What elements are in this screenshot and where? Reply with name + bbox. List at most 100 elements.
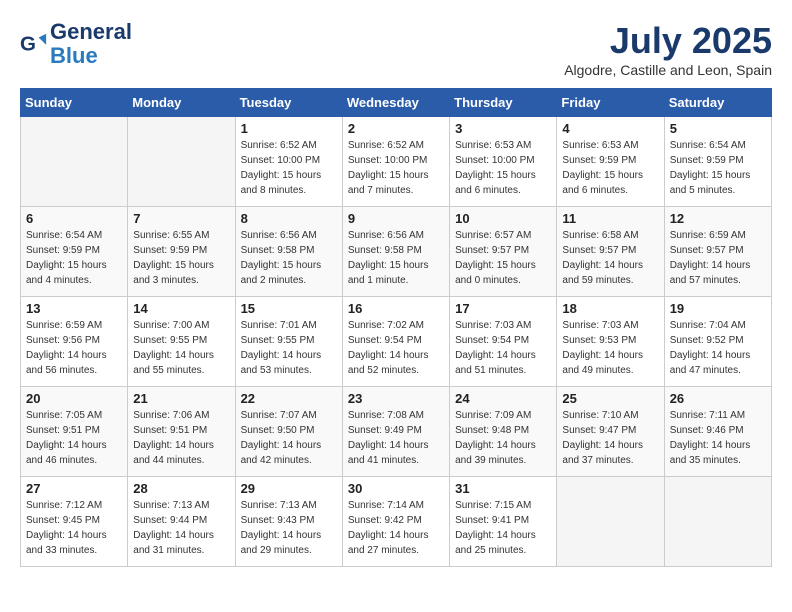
day-info: Sunrise: 6:52 AMSunset: 10:00 PMDaylight… (241, 138, 337, 198)
calendar-day-cell: 9 Sunrise: 6:56 AMSunset: 9:58 PMDaylight… (342, 207, 449, 297)
calendar-day-cell: 27Sunrise: 7:12 AMSunset: 9:45 PMDayligh… (21, 477, 128, 567)
day-info: Sunrise: 6:59 AMSunset: 9:56 PMDaylight:… (26, 318, 122, 378)
day-info: Sunrise: 7:03 AMSunset: 9:54 PMDaylight:… (455, 318, 551, 378)
day-number: 24 (455, 391, 551, 406)
svg-text:G: G (20, 33, 36, 56)
day-info: Sunrise: 6:57 AMSunset: 9:57 PMDaylight:… (455, 228, 551, 288)
calendar-day-cell: 30 Sunrise: 7:14 AMSunset: 9:42 PMDayligh… (342, 477, 449, 567)
calendar-day-cell: 17 Sunrise: 7:03 AMSunset: 9:54 PMDayligh… (450, 297, 557, 387)
day-info: Sunrise: 6:59 AMSunset: 9:57 PMDaylight:… (670, 228, 766, 288)
day-number: 25 (562, 391, 658, 406)
day-number: 14 (133, 301, 229, 316)
day-info: Sunrise: 7:04 AMSunset: 9:52 PMDaylight:… (670, 318, 766, 378)
day-info: Sunrise: 7:03 AMSunset: 9:53 PMDaylight:… (562, 318, 658, 378)
month-title: July 2025 (564, 20, 772, 62)
day-number: 28 (133, 481, 229, 496)
day-info: Sunrise: 7:12 AMSunset: 9:45 PMDaylight:… (26, 498, 122, 558)
day-info: Sunrise: 6:56 AMSunset: 9:58 PMDaylight:… (348, 228, 444, 288)
day-number: 20 (26, 391, 122, 406)
day-info: Sunrise: 6:55 AMSunset: 9:59 PMDaylight:… (133, 228, 229, 288)
calendar-day-cell: 31Sunrise: 7:15 AMSunset: 9:41 PMDayligh… (450, 477, 557, 567)
day-info: Sunrise: 7:11 AMSunset: 9:46 PMDaylight:… (670, 408, 766, 468)
calendar-day-cell: 11Sunrise: 6:58 AMSunset: 9:57 PMDayligh… (557, 207, 664, 297)
day-number: 16 (348, 301, 444, 316)
calendar-week-row: 1 Sunrise: 6:52 AMSunset: 10:00 PMDayligh… (21, 117, 772, 207)
weekday-header: Saturday (664, 89, 771, 117)
calendar-day-cell: 28 Sunrise: 7:13 AMSunset: 9:44 PMDayligh… (128, 477, 235, 567)
day-number: 2 (348, 121, 444, 136)
weekday-header: Monday (128, 89, 235, 117)
day-number: 13 (26, 301, 122, 316)
calendar-day-cell: 23 Sunrise: 7:08 AMSunset: 9:49 PMDayligh… (342, 387, 449, 477)
day-number: 5 (670, 121, 766, 136)
calendar-day-cell: 2 Sunrise: 6:52 AMSunset: 10:00 PMDayligh… (342, 117, 449, 207)
calendar-day-cell: 3 Sunrise: 6:53 AMSunset: 10:00 PMDayligh… (450, 117, 557, 207)
day-info: Sunrise: 6:53 AMSunset: 9:59 PMDaylight:… (562, 138, 658, 198)
page-header: G GeneralBlue July 2025 Algodre, Castill… (20, 20, 772, 78)
day-number: 19 (670, 301, 766, 316)
calendar-day-cell: 25 Sunrise: 7:10 AMSunset: 9:47 PMDayligh… (557, 387, 664, 477)
calendar-day-cell: 13 Sunrise: 6:59 AMSunset: 9:56 PMDayligh… (21, 297, 128, 387)
day-info: Sunrise: 6:54 AMSunset: 9:59 PMDaylight:… (670, 138, 766, 198)
day-number: 9 (348, 211, 444, 226)
day-number: 30 (348, 481, 444, 496)
calendar-week-row: 13 Sunrise: 6:59 AMSunset: 9:56 PMDayligh… (21, 297, 772, 387)
logo-icon: G (20, 30, 48, 58)
calendar-day-cell: 4Sunrise: 6:53 AMSunset: 9:59 PMDaylight… (557, 117, 664, 207)
day-number: 22 (241, 391, 337, 406)
day-number: 12 (670, 211, 766, 226)
calendar-day-cell: 15Sunrise: 7:01 AMSunset: 9:55 PMDayligh… (235, 297, 342, 387)
logo: G GeneralBlue (20, 20, 132, 68)
calendar-table: SundayMondayTuesdayWednesdayThursdayFrid… (20, 88, 772, 567)
calendar-day-cell (664, 477, 771, 567)
day-info: Sunrise: 7:09 AMSunset: 9:48 PMDaylight:… (455, 408, 551, 468)
weekday-header: Wednesday (342, 89, 449, 117)
calendar-day-cell: 8Sunrise: 6:56 AMSunset: 9:58 PMDaylight… (235, 207, 342, 297)
calendar-week-row: 20Sunrise: 7:05 AMSunset: 9:51 PMDayligh… (21, 387, 772, 477)
day-info: Sunrise: 6:54 AMSunset: 9:59 PMDaylight:… (26, 228, 122, 288)
weekday-header: Sunday (21, 89, 128, 117)
calendar-day-cell: 14Sunrise: 7:00 AMSunset: 9:55 PMDayligh… (128, 297, 235, 387)
day-number: 29 (241, 481, 337, 496)
day-info: Sunrise: 7:13 AMSunset: 9:44 PMDaylight:… (133, 498, 229, 558)
calendar-day-cell: 19 Sunrise: 7:04 AMSunset: 9:52 PMDayligh… (664, 297, 771, 387)
weekday-header: Tuesday (235, 89, 342, 117)
calendar-day-cell: 12 Sunrise: 6:59 AMSunset: 9:57 PMDayligh… (664, 207, 771, 297)
day-info: Sunrise: 7:13 AMSunset: 9:43 PMDaylight:… (241, 498, 337, 558)
calendar-day-cell: 10 Sunrise: 6:57 AMSunset: 9:57 PMDayligh… (450, 207, 557, 297)
day-info: Sunrise: 7:10 AMSunset: 9:47 PMDaylight:… (562, 408, 658, 468)
day-info: Sunrise: 6:52 AMSunset: 10:00 PMDaylight… (348, 138, 444, 198)
day-info: Sunrise: 6:53 AMSunset: 10:00 PMDaylight… (455, 138, 551, 198)
day-number: 10 (455, 211, 551, 226)
day-number: 23 (348, 391, 444, 406)
calendar-week-row: 27Sunrise: 7:12 AMSunset: 9:45 PMDayligh… (21, 477, 772, 567)
location: Algodre, Castille and Leon, Spain (564, 62, 772, 78)
day-number: 26 (670, 391, 766, 406)
calendar-day-cell: 22Sunrise: 7:07 AMSunset: 9:50 PMDayligh… (235, 387, 342, 477)
logo-text: GeneralBlue (50, 20, 132, 68)
calendar-day-cell: 16Sunrise: 7:02 AMSunset: 9:54 PMDayligh… (342, 297, 449, 387)
calendar-day-cell: 18 Sunrise: 7:03 AMSunset: 9:53 PMDayligh… (557, 297, 664, 387)
calendar-day-cell: 7 Sunrise: 6:55 AMSunset: 9:59 PMDaylight… (128, 207, 235, 297)
calendar-day-cell: 21 Sunrise: 7:06 AMSunset: 9:51 PMDayligh… (128, 387, 235, 477)
calendar-day-cell (21, 117, 128, 207)
calendar-day-cell: 29 Sunrise: 7:13 AMSunset: 9:43 PMDayligh… (235, 477, 342, 567)
calendar-day-cell: 1 Sunrise: 6:52 AMSunset: 10:00 PMDayligh… (235, 117, 342, 207)
day-number: 11 (562, 211, 658, 226)
calendar-day-cell (128, 117, 235, 207)
calendar-week-row: 6Sunrise: 6:54 AMSunset: 9:59 PMDaylight… (21, 207, 772, 297)
day-number: 3 (455, 121, 551, 136)
day-number: 18 (562, 301, 658, 316)
calendar-day-cell: 26 Sunrise: 7:11 AMSunset: 9:46 PMDayligh… (664, 387, 771, 477)
day-info: Sunrise: 7:15 AMSunset: 9:41 PMDaylight:… (455, 498, 551, 558)
weekday-header: Thursday (450, 89, 557, 117)
calendar-day-cell: 20Sunrise: 7:05 AMSunset: 9:51 PMDayligh… (21, 387, 128, 477)
day-info: Sunrise: 7:14 AMSunset: 9:42 PMDaylight:… (348, 498, 444, 558)
calendar-day-cell: 5 Sunrise: 6:54 AMSunset: 9:59 PMDaylight… (664, 117, 771, 207)
day-info: Sunrise: 7:06 AMSunset: 9:51 PMDaylight:… (133, 408, 229, 468)
day-number: 1 (241, 121, 337, 136)
day-number: 7 (133, 211, 229, 226)
day-number: 17 (455, 301, 551, 316)
day-number: 21 (133, 391, 229, 406)
day-info: Sunrise: 7:08 AMSunset: 9:49 PMDaylight:… (348, 408, 444, 468)
